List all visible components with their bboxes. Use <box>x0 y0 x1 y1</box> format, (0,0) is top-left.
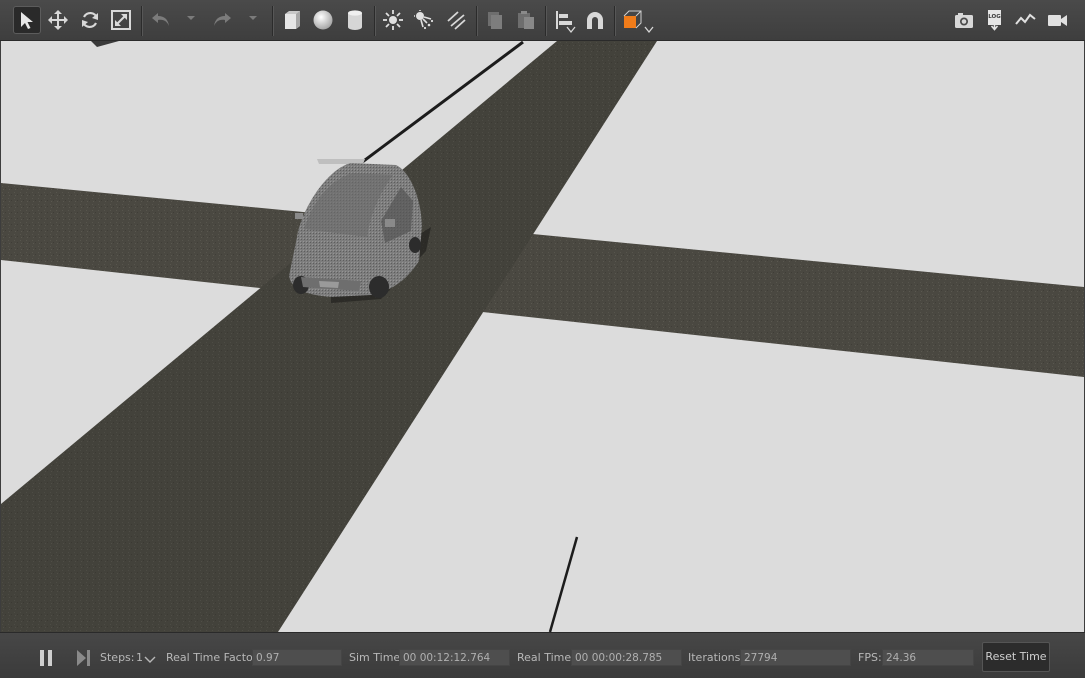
align-dropdown[interactable] <box>566 25 576 35</box>
cylinder-icon <box>348 10 362 30</box>
iterations-field: 27794 <box>740 649 851 666</box>
log-icon: LOG <box>988 10 1001 31</box>
pause-icon <box>40 650 52 666</box>
video-camera-icon <box>1048 15 1067 26</box>
plot-icon <box>1015 13 1036 25</box>
paste-icon <box>518 11 534 29</box>
scale-icon <box>111 10 131 30</box>
view-angle-button[interactable] <box>619 6 647 34</box>
copy-icon <box>488 12 502 29</box>
scale-mode-button[interactable] <box>107 6 135 34</box>
spot-light-icon <box>414 10 434 30</box>
main-toolbar: LOG <box>0 0 1085 41</box>
plot-button[interactable] <box>1012 6 1040 34</box>
rotate-mode-button[interactable] <box>76 6 104 34</box>
steps-value: 1 <box>136 651 143 664</box>
snap-button[interactable] <box>581 6 609 34</box>
view-angle-dropdown[interactable] <box>644 25 654 35</box>
simulation-statusbar: Steps: 1 Real Time Factor: 0.97 Sim Time… <box>0 632 1085 678</box>
cylinder-shape-button[interactable] <box>341 6 369 34</box>
scene-viewport[interactable] <box>1 41 1084 632</box>
record-video-button[interactable] <box>1043 6 1071 34</box>
real-time-factor-field: 0.97 <box>252 649 342 666</box>
point-light-icon <box>383 10 403 30</box>
log-button[interactable]: LOG <box>981 6 1009 34</box>
fps-field: 24.36 <box>882 649 974 666</box>
marker-stripe <box>317 159 365 164</box>
magnet-icon <box>587 12 603 29</box>
move-arrows-icon <box>48 10 68 30</box>
real-time-label: Real Time: <box>517 651 575 664</box>
toolbar-separator <box>374 6 376 36</box>
fps-label: FPS: <box>858 651 882 664</box>
camera-icon <box>955 13 973 28</box>
steps-spinbox[interactable]: 1 <box>136 651 156 664</box>
toolbar-separator <box>614 6 616 36</box>
box-icon <box>285 11 300 29</box>
iterations-label: Iterations: <box>688 651 745 664</box>
real-time-field: 00 00:00:28.785 <box>571 649 682 666</box>
undo-icon <box>152 13 169 26</box>
chevron-down-icon <box>566 26 576 34</box>
arrow-pointer-icon <box>21 12 33 29</box>
undo-history-dropdown[interactable] <box>186 13 196 23</box>
redo-history-dropdown[interactable] <box>248 13 258 23</box>
box-shape-button[interactable] <box>278 6 306 34</box>
rotate-icon <box>81 11 99 29</box>
view-cube-icon <box>623 10 642 29</box>
translate-mode-button[interactable] <box>44 6 72 34</box>
directional-light-icon <box>447 11 466 30</box>
toolbar-separator <box>545 6 547 36</box>
spot-light-button[interactable] <box>410 6 438 34</box>
step-button[interactable] <box>74 648 92 668</box>
scene-render[interactable] <box>1 41 1084 632</box>
sim-time-label: Sim Time: <box>349 651 404 664</box>
toolbar-separator <box>141 6 143 36</box>
log-icon-label: LOG <box>988 14 1001 20</box>
toolbar-separator <box>476 6 478 36</box>
redo-button[interactable] <box>208 6 236 34</box>
sim-time-field: 00 00:12:12.764 <box>399 649 510 666</box>
pause-button[interactable] <box>38 648 56 668</box>
step-forward-icon <box>77 650 90 666</box>
sphere-shape-button[interactable] <box>309 6 337 34</box>
undo-button[interactable] <box>147 6 175 34</box>
select-mode-button[interactable] <box>13 6 41 34</box>
real-time-factor-label: Real Time Factor: <box>166 651 261 664</box>
directional-light-button[interactable] <box>442 6 470 34</box>
steps-label: Steps: <box>100 651 135 664</box>
point-light-button[interactable] <box>379 6 407 34</box>
screenshot-button[interactable] <box>950 6 978 34</box>
paste-button[interactable] <box>512 6 540 34</box>
chevron-down-icon <box>644 26 654 34</box>
sphere-icon <box>313 10 333 30</box>
copy-button[interactable] <box>481 6 509 34</box>
chevron-down-icon <box>187 16 195 20</box>
redo-icon <box>214 13 231 26</box>
chevron-down-icon <box>249 16 257 20</box>
toolbar-separator <box>272 6 274 36</box>
reset-time-button[interactable]: Reset Time <box>982 642 1050 672</box>
chevron-down-icon <box>144 656 156 663</box>
